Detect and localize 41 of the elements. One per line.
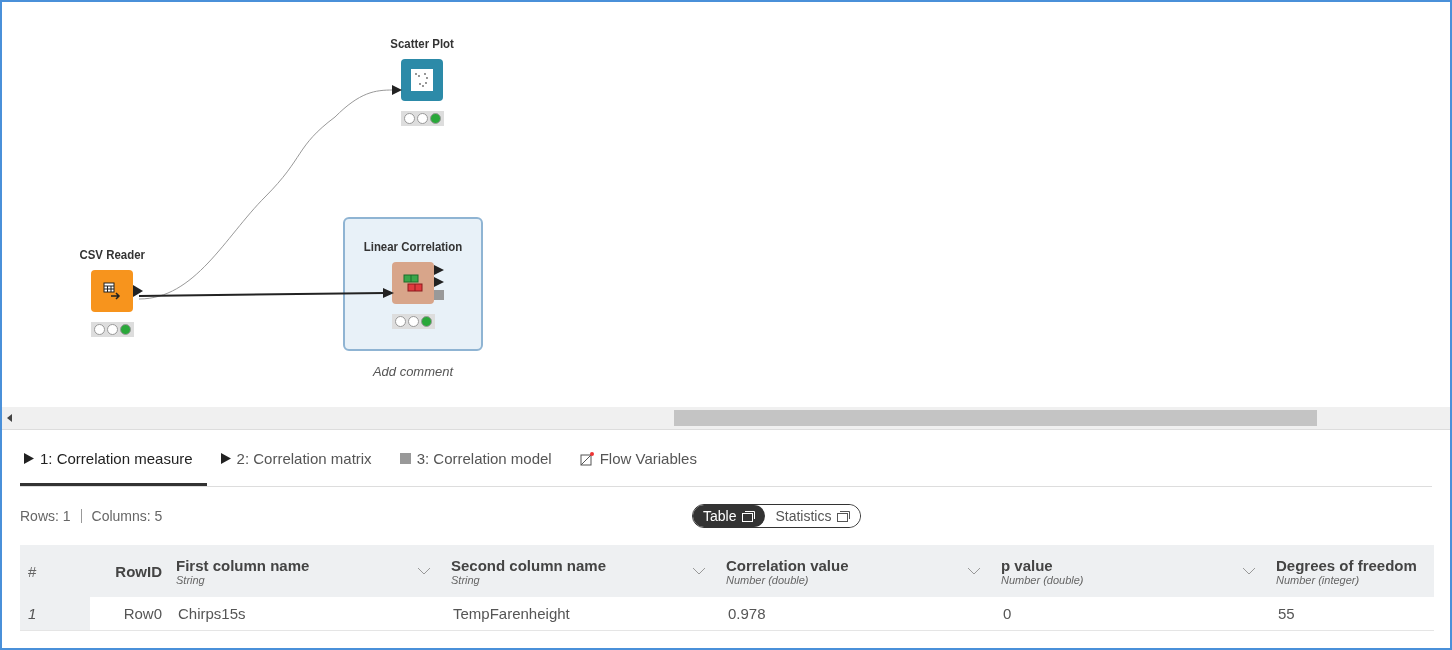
node-comment[interactable]: Add comment xyxy=(372,364,454,379)
column-header[interactable]: Correlation value Number (double) xyxy=(720,545,995,597)
node-label: CSV Reader xyxy=(79,247,145,262)
output-tab[interactable]: 3: Correlation model xyxy=(395,434,566,486)
column-header[interactable]: Degrees of freedom Number (integer) xyxy=(1270,545,1434,597)
scatter-plot-icon xyxy=(411,69,433,91)
node-label: Linear Correlation xyxy=(363,239,463,254)
column-header[interactable]: p value Number (double) xyxy=(995,545,1270,597)
column-header[interactable]: First column name String xyxy=(170,545,445,597)
triangle-port-icon xyxy=(220,453,231,464)
node-icon[interactable] xyxy=(91,270,133,312)
chevron-down-icon[interactable] xyxy=(967,567,981,575)
chevron-down-icon[interactable] xyxy=(692,567,706,575)
square-port-icon xyxy=(399,453,411,464)
output-tab[interactable]: 1: Correlation measure xyxy=(20,434,207,486)
workflow-node[interactable]: Scatter Plot xyxy=(372,34,472,144)
column-header: # xyxy=(20,545,90,597)
row-index: 1 xyxy=(20,597,90,631)
view-toggle[interactable]: Table xyxy=(693,505,766,527)
output-tab[interactable]: Flow Variables xyxy=(575,434,711,486)
column-header[interactable]: Second column name String xyxy=(445,545,720,597)
horizontal-scrollbar[interactable] xyxy=(2,407,1450,430)
node-icon[interactable] xyxy=(401,59,443,101)
output-port-icon xyxy=(434,265,444,300)
chevron-down-icon[interactable] xyxy=(417,567,431,575)
triangle-port-icon xyxy=(24,453,34,464)
table-import-icon xyxy=(103,282,121,300)
correlation-matrix-icon xyxy=(403,274,423,292)
window-icon xyxy=(837,510,851,522)
chevron-down-icon[interactable] xyxy=(1242,567,1256,575)
scrollbar-thumb[interactable] xyxy=(674,410,1317,426)
flow-variable-icon xyxy=(579,451,594,466)
columns-count: Columns: 5 xyxy=(91,508,163,524)
rows-count: Rows: 1 xyxy=(20,508,71,524)
node-label: Scatter Plot xyxy=(390,36,454,51)
column-header: RowID xyxy=(90,545,170,597)
scroll-left-icon[interactable] xyxy=(6,414,14,422)
window-icon xyxy=(742,510,756,522)
output-tab[interactable]: 2: Correlation matrix xyxy=(216,434,386,486)
node-icon[interactable] xyxy=(392,262,434,304)
workflow-node[interactable]: CSV Reader xyxy=(52,245,172,355)
